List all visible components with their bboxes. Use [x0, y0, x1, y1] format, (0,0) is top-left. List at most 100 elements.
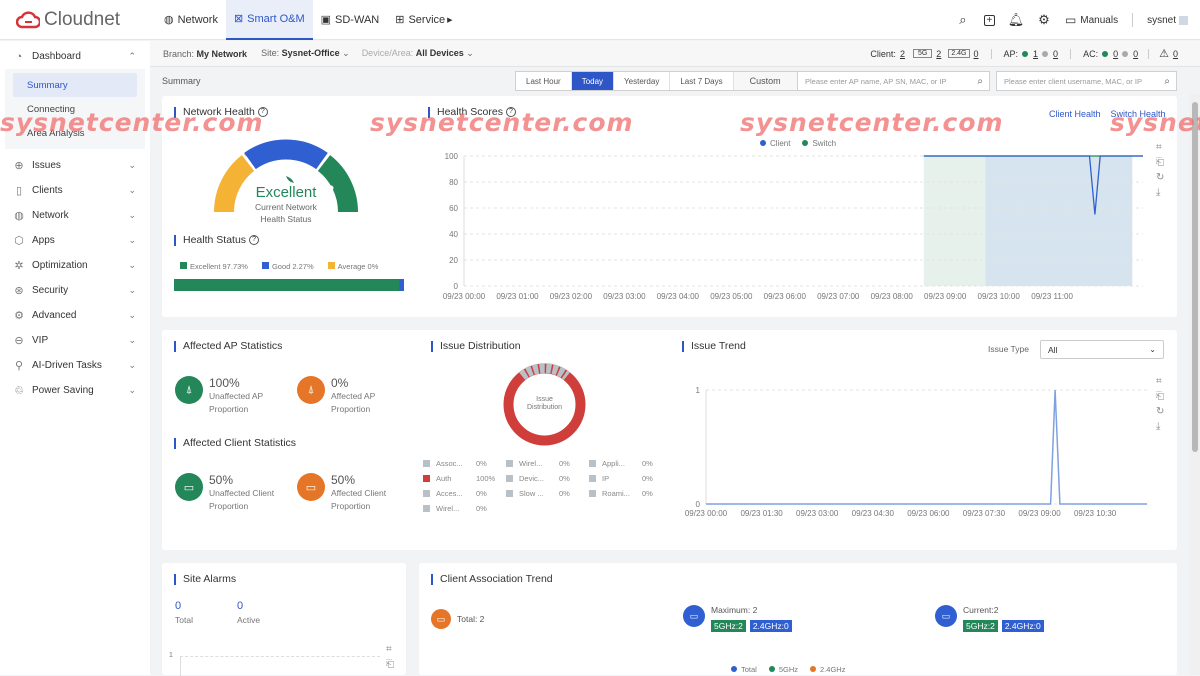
tag-5ghz: 5GHz:2 — [963, 620, 998, 632]
help-icon[interactable]: ? — [257, 107, 268, 117]
om-icon: ⊠ — [233, 13, 244, 25]
band-5g-count[interactable]: 2 — [936, 49, 941, 59]
range-last-hour[interactable]: Last Hour — [516, 72, 572, 90]
sidebar-item-apps[interactable]: ⬡ Apps ⌄ — [0, 228, 150, 253]
top-bar: Cloudnet ◍ Network ⊠ Smart O&M ▣ SD-WAN ⊞ Se… — [0, 0, 1200, 40]
nav-network[interactable]: ◍ Network — [156, 0, 226, 40]
issue-legend-item[interactable]: Slow ... 0% — [506, 489, 570, 498]
stat-value: 50% — [331, 473, 356, 487]
issue-legend-item[interactable]: Roami... 0% — [589, 489, 653, 498]
sidebar-item-ai-tasks[interactable]: ⚲ AI-Driven Tasks ⌄ — [0, 353, 150, 378]
zoom-icon[interactable]: ⌗ — [386, 642, 394, 657]
device-filter[interactable]: Device/Area: All Devices ⌄ — [362, 48, 474, 59]
legend-5ghz[interactable]: 5GHz — [768, 665, 798, 674]
sidebar-label: Network — [32, 210, 69, 221]
total-alarms[interactable]: 0 Total — [175, 600, 193, 625]
ac-online-count[interactable]: 0 — [1113, 49, 1118, 59]
site-filter[interactable]: Site: Sysnet-Office ⌄ — [261, 48, 350, 59]
nav-sdwan[interactable]: ▣ SD-WAN — [313, 0, 388, 40]
x-tick-label: 09/23 11:00 — [1031, 292, 1073, 301]
active-alarms[interactable]: 0 Active — [237, 600, 260, 625]
ap-online-count[interactable]: 1 — [1033, 49, 1038, 59]
range-last-7-days[interactable]: Last 7 Days — [670, 72, 734, 90]
advanced-gear-icon: ⚙ — [14, 310, 24, 322]
bell-icon[interactable]: 🔔︎ — [1008, 12, 1025, 27]
refresh-icon[interactable]: ↻ — [1156, 404, 1164, 419]
issue-legend-item[interactable]: Auth 100% — [423, 474, 495, 483]
dashboard-submenu: Summary Connecting Area Analysis — [5, 69, 145, 149]
sidebar-subitem-summary[interactable]: Summary — [13, 73, 137, 97]
legend-total[interactable]: Total — [731, 665, 757, 674]
search-icon[interactable]: ⌕ — [977, 76, 983, 87]
sidebar-item-network[interactable]: ◍ Network ⌄ — [0, 203, 150, 228]
ac-offline-count[interactable]: 0 — [1133, 49, 1138, 59]
issue-legend-item[interactable]: Wirel... 0% — [423, 504, 487, 513]
client-count[interactable]: 2 — [900, 49, 905, 59]
scrollbar-thumb[interactable] — [1192, 102, 1198, 452]
logo[interactable]: Cloudnet — [16, 9, 156, 31]
legend-swatch — [506, 460, 513, 467]
sidebar-item-vip[interactable]: ⊖ VIP ⌄ — [0, 328, 150, 353]
download-icon[interactable]: ⤓ — [1156, 185, 1164, 200]
clients-icon: ▯ — [15, 185, 23, 197]
alarm-count[interactable]: 0 — [1173, 49, 1178, 59]
health-sub2: Health Status — [260, 214, 312, 224]
download-icon[interactable]: ⤓ — [1156, 419, 1164, 434]
nav-service[interactable]: ⊞ Service ▶ — [387, 0, 460, 40]
issue-legend-item[interactable]: Assoc... 0% — [423, 459, 487, 468]
zoom-reset-icon[interactable]: ⎗ — [1156, 155, 1164, 170]
legend-dot — [768, 666, 775, 672]
cube-icon: ⬡ — [14, 235, 24, 247]
band-24g-count[interactable]: 0 — [974, 49, 979, 59]
client-association-title: Client Association Trend — [431, 573, 553, 585]
affected-ap-title: Affected AP Statistics — [174, 340, 282, 352]
zoom-reset-icon[interactable]: ⎗ — [1156, 389, 1164, 404]
sidebar-item-optimization[interactable]: ✲ Optimization ⌄ — [0, 253, 150, 278]
sidebar-item-power-saving[interactable]: ♲ Power Saving ⌄ — [0, 378, 150, 403]
issue-legend-item[interactable]: Devic... 0% — [506, 474, 570, 483]
sidebar-item-issues[interactable]: ⊕ Issues ⌄ — [0, 153, 150, 178]
zoom-icon[interactable]: ⌗ — [1156, 140, 1164, 155]
client-health-link[interactable]: Client Health — [1049, 109, 1101, 119]
sidebar-item-clients[interactable]: ▯ Clients ⌄ — [0, 178, 150, 203]
manuals-link[interactable]: ▭ Manuals — [1065, 13, 1118, 27]
range-yesterday[interactable]: Yesterday — [614, 72, 671, 90]
nav-smart-om[interactable]: ⊠ Smart O&M — [225, 0, 313, 40]
search-icon[interactable]: ⌕ — [956, 12, 970, 27]
issue-legend-item[interactable]: Acces... 0% — [423, 489, 487, 498]
issue-legend-item[interactable]: IP 0% — [589, 474, 653, 483]
issue-type-select[interactable]: All ⌄ — [1040, 340, 1164, 359]
issue-legend-item[interactable]: Wirel... 0% — [506, 459, 570, 468]
switch-health-link[interactable]: Switch Health — [1111, 109, 1166, 119]
sidebar-subitem-area-analysis[interactable]: Area Analysis — [5, 121, 145, 145]
ap-search-input[interactable]: Please enter AP name, AP SN, MAC, or IP ⌕ — [797, 71, 990, 91]
sidebar-subitem-connecting[interactable]: Connecting — [5, 97, 145, 121]
legend-client[interactable]: Client — [760, 139, 790, 148]
sidebar-item-dashboard[interactable]: ◔ Dashboard ⌃ — [0, 44, 150, 69]
zoom-icon[interactable]: ⌗ — [1156, 374, 1164, 389]
legend-24ghz[interactable]: 2.4GHz — [810, 665, 845, 674]
sidebar-item-advanced[interactable]: ⚙ Advanced ⌄ — [0, 303, 150, 328]
issue-legend-item[interactable]: Appli... 0% — [589, 459, 653, 468]
zoom-reset-icon[interactable]: ⎗ — [386, 657, 394, 672]
refresh-icon[interactable]: ↻ — [1156, 170, 1164, 185]
title-text: Health Scores — [437, 106, 503, 118]
sidebar-item-security[interactable]: ⊛ Security ⌄ — [0, 278, 150, 303]
search-icon[interactable]: ⌕ — [1164, 76, 1170, 87]
help-icon[interactable]: ? — [249, 235, 260, 245]
range-custom[interactable]: Custom — [733, 72, 797, 90]
legend-switch[interactable]: Switch — [802, 139, 836, 148]
issue-trend-line — [706, 389, 1147, 505]
page-scrollbar[interactable] — [1190, 94, 1200, 675]
add-icon[interactable]: + — [983, 14, 995, 26]
legend-value: 0% — [476, 459, 487, 468]
branch-filter[interactable]: Branch: My Network — [163, 49, 247, 59]
client-search-input[interactable]: Please enter client username, MAC, or IP… — [996, 71, 1177, 91]
y-tick-label: 1 — [696, 386, 701, 395]
help-icon[interactable]: ? — [505, 107, 516, 117]
sdwan-icon: ▣ — [320, 14, 332, 26]
user-menu[interactable]: sysnet — [1147, 15, 1188, 26]
ap-offline-count[interactable]: 0 — [1053, 49, 1058, 59]
gear-icon[interactable]: ⚙ — [1037, 12, 1051, 27]
range-today[interactable]: Today — [571, 72, 615, 90]
